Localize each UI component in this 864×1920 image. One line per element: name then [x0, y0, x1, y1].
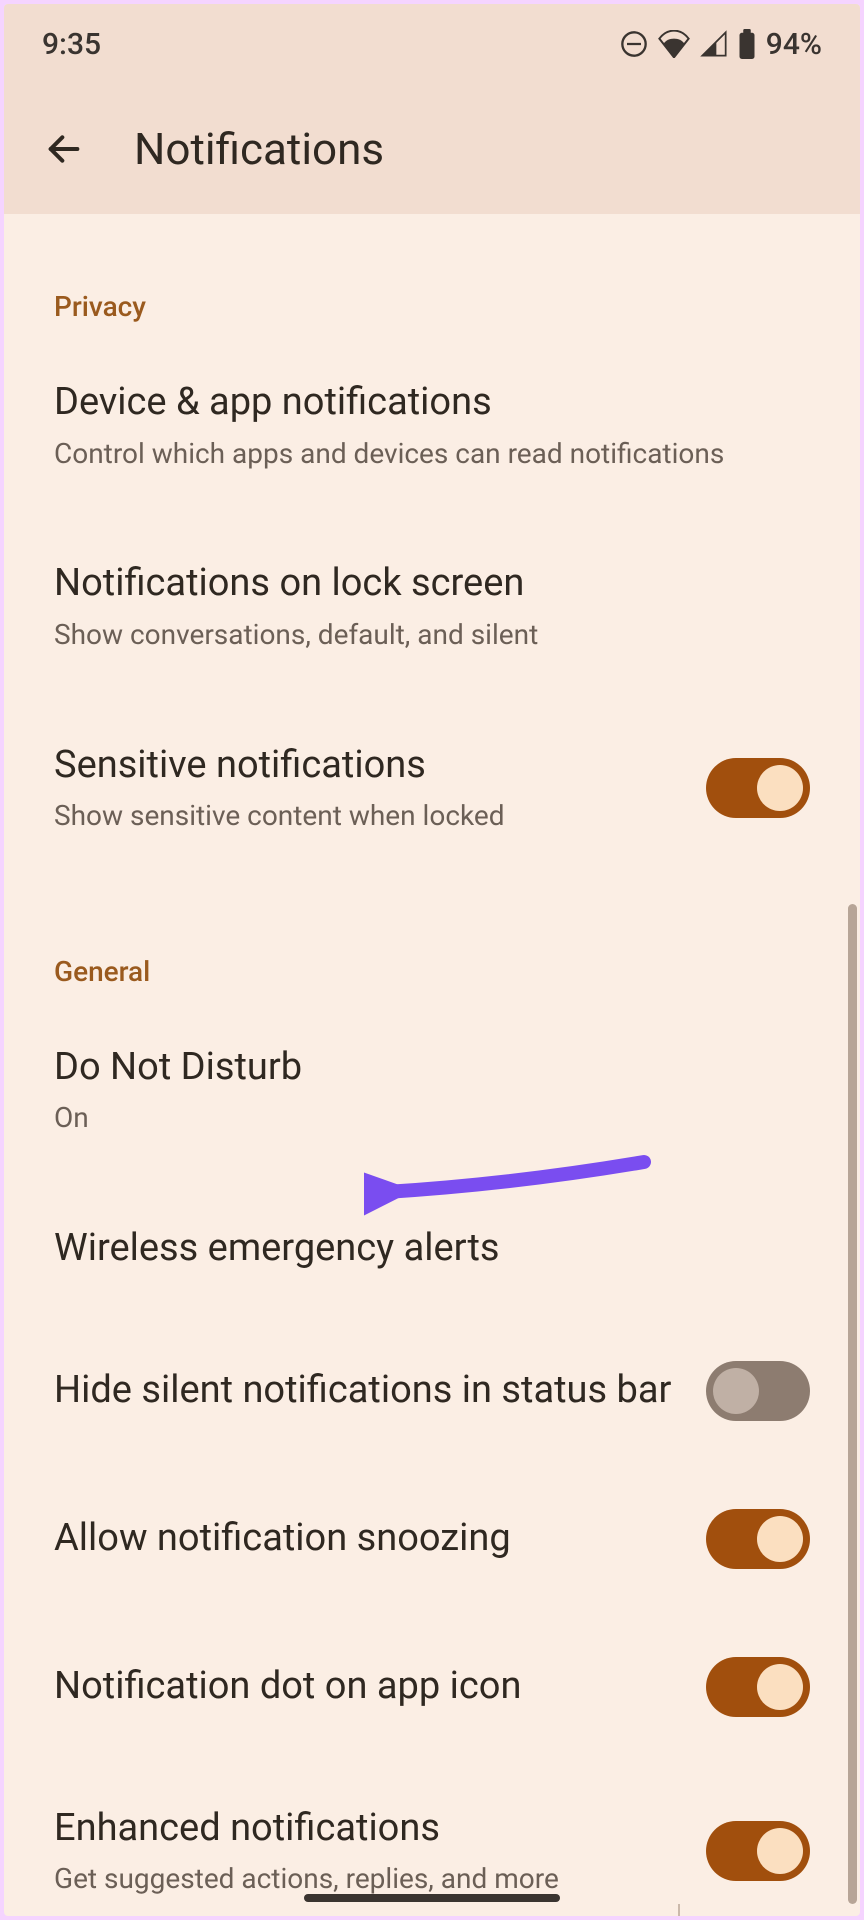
item-device-app-notifications[interactable]: Device & app notifications Control which… — [54, 335, 810, 516]
item-title: Wireless emergency alerts — [54, 1225, 810, 1273]
home-indicator[interactable] — [304, 1894, 560, 1902]
toggle-sensitive-notifications[interactable] — [706, 758, 810, 818]
toggle-hide-silent-notifications[interactable] — [706, 1361, 810, 1421]
wifi-icon — [658, 30, 690, 58]
item-notifications-lock-screen[interactable]: Notifications on lock screen Show conver… — [54, 516, 810, 697]
item-notification-dot[interactable]: Notification dot on app icon — [54, 1613, 810, 1761]
status-bar: 9:35 94% — [4, 4, 860, 84]
item-title: Sensitive notifications — [54, 742, 682, 790]
item-subtitle: Control which apps and devices can read … — [54, 435, 810, 473]
item-title: Notifications on lock screen — [54, 560, 810, 608]
section-header-general: General — [54, 879, 810, 1000]
section-header-privacy: Privacy — [54, 214, 810, 335]
item-subtitle: Show conversations, default, and silent — [54, 616, 810, 654]
item-subtitle: Show sensitive content when locked — [54, 797, 682, 835]
battery-icon — [738, 29, 756, 59]
status-time: 9:35 — [42, 27, 101, 62]
item-do-not-disturb[interactable]: Do Not Disturb On — [54, 1000, 810, 1181]
app-bar: Notifications — [4, 84, 860, 214]
item-allow-notification-snoozing[interactable]: Allow notification snoozing — [54, 1465, 810, 1613]
item-title: Allow notification snoozing — [54, 1515, 682, 1563]
item-title: Device & app notifications — [54, 379, 810, 427]
content: Privacy Device & app notifications Contr… — [4, 214, 860, 1920]
device-frame: 9:35 94% Notifications Privacy Device & … — [0, 0, 864, 1920]
item-title: Notification dot on app icon — [54, 1663, 682, 1711]
page-title: Notifications — [134, 123, 384, 175]
battery-percent: 94% — [766, 27, 822, 62]
item-hide-silent-notifications[interactable]: Hide silent notifications in status bar — [54, 1317, 810, 1465]
scrollbar[interactable] — [848, 904, 857, 1904]
item-sensitive-notifications[interactable]: Sensitive notifications Show sensitive c… — [54, 698, 810, 879]
status-icons: 94% — [620, 27, 822, 62]
item-wireless-emergency-alerts[interactable]: Wireless emergency alerts — [54, 1181, 810, 1317]
back-button[interactable] — [42, 127, 86, 171]
toggle-enhanced-notifications[interactable] — [706, 1821, 810, 1881]
item-title: Enhanced notifications — [54, 1805, 682, 1853]
toggle-notification-dot[interactable] — [706, 1657, 810, 1717]
arrow-back-icon — [44, 129, 84, 169]
item-subtitle: Get suggested actions, replies, and more — [54, 1860, 682, 1898]
item-subtitle: On — [54, 1099, 810, 1137]
divider — [678, 1904, 680, 1920]
dnd-status-icon — [620, 30, 648, 58]
toggle-allow-snoozing[interactable] — [706, 1509, 810, 1569]
item-title: Hide silent notifications in status bar — [54, 1367, 682, 1415]
item-title: Do Not Disturb — [54, 1044, 810, 1092]
signal-icon — [700, 30, 728, 58]
